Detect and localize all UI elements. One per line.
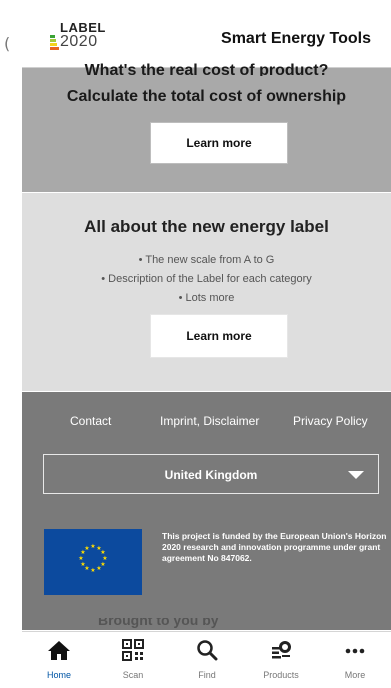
svg-text:★: ★ [84, 545, 89, 552]
nav-home-label: Home [46, 670, 71, 680]
nav-products[interactable]: Products [244, 632, 318, 688]
logo-text-bottom: 2020 [60, 33, 98, 50]
country-select[interactable]: United Kingdom [43, 454, 379, 494]
nav-scan[interactable]: Scan [96, 632, 170, 688]
svg-text:★: ★ [78, 555, 83, 562]
home-icon [22, 639, 96, 663]
privacy-policy-link[interactable]: Privacy Policy [293, 414, 368, 428]
nav-more[interactable]: More [318, 632, 391, 688]
country-select-value: United Kingdom [164, 468, 258, 482]
cost-heading: Calculate the total cost of ownership [66, 88, 347, 105]
bullet-item: • Description of the Label for each cate… [101, 273, 312, 285]
energy-label-bullets: • The new scale from A to G • Descriptio… [22, 251, 391, 308]
app-screen: LABEL 2020 Smart Energy Tools What's the… [22, 0, 391, 688]
energy-label-title: All about the new energy label [84, 217, 329, 236]
cost-learn-more-button[interactable]: Learn more [150, 122, 288, 164]
eu-flag-icon: ★ ★ ★ ★ ★ ★ ★ ★ ★ ★ ★ ★ [44, 529, 142, 595]
app-title: Smart Energy Tools [221, 30, 371, 47]
cost-heading-partial: What's the real cost of product? [84, 62, 329, 76]
more-icon [318, 639, 391, 663]
edge-glyph: ( [4, 34, 11, 53]
svg-text:★: ★ [96, 565, 101, 572]
nav-find[interactable]: Find [170, 632, 244, 688]
energy-bars-icon [50, 35, 59, 52]
footer-partial-text: Brought to you by [98, 618, 219, 628]
nav-scan-label: Scan [122, 670, 144, 680]
products-icon [244, 639, 318, 663]
energy-label-section: All about the new energy label • The new… [22, 193, 391, 391]
footer-partial-text-area: Brought to you by [22, 618, 391, 630]
svg-text:★: ★ [90, 567, 95, 574]
label-learn-more-button[interactable]: Learn more [150, 314, 288, 358]
cost-section: What's the real cost of product? Calcula… [22, 62, 391, 192]
nav-more-label: More [344, 670, 366, 680]
bottom-navigation: Home Scan Find Products More [22, 631, 391, 688]
nav-products-label: Products [263, 670, 299, 680]
svg-text:★: ★ [80, 561, 85, 568]
svg-text:★: ★ [90, 543, 95, 550]
app-header: LABEL 2020 Smart Energy Tools [22, 0, 391, 68]
window-edge: ( [0, 0, 22, 688]
search-icon [170, 639, 244, 663]
bullet-item: • The new scale from A to G [138, 254, 275, 266]
caret-down-icon [348, 471, 364, 479]
contact-link[interactable]: Contact [70, 414, 111, 428]
label2020-logo[interactable]: LABEL 2020 [50, 18, 120, 54]
nav-find-label: Find [198, 670, 216, 680]
imprint-disclaimer-link[interactable]: Imprint, Disclaimer [160, 414, 259, 428]
bullet-item: • Lots more [178, 292, 235, 304]
nav-home[interactable]: Home [22, 632, 96, 688]
footer: Contact Imprint, Disclaimer Privacy Poli… [22, 392, 391, 630]
eu-funding-text: This project is funded by the European U… [162, 531, 387, 563]
qr-code-icon [96, 639, 170, 663]
